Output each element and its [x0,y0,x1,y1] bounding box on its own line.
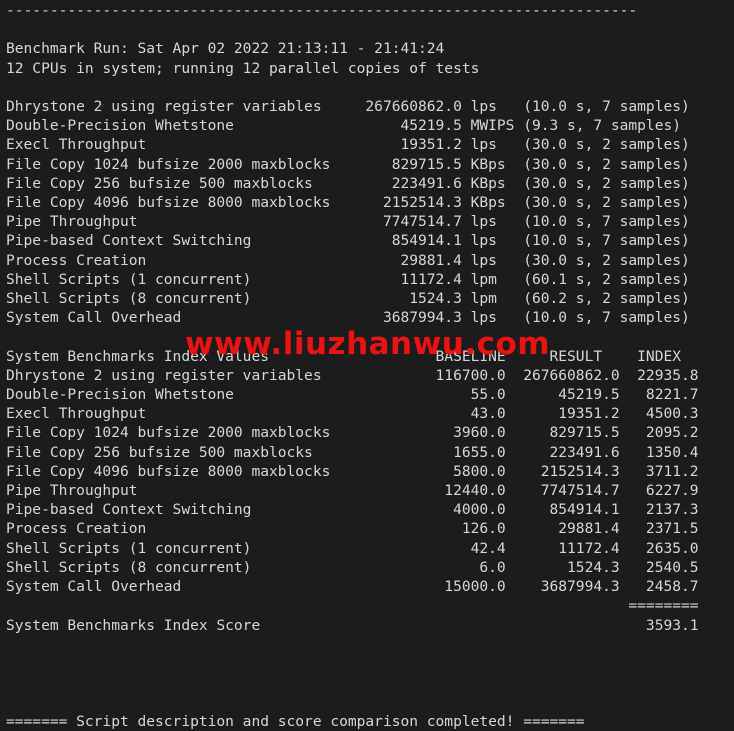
index-table-row: Process Creation 126.0 29881.4 2371.5 [6,520,699,538]
result-row: Double-Precision Whetstone 45219.5 MWIPS… [6,117,681,135]
index-table-row: Dhrystone 2 using register variables 116… [6,366,699,384]
index-score-row: System Benchmarks Index Score 3593.1 [6,616,699,634]
result-row: System Call Overhead 3687994.3 lps (10.0… [6,309,690,327]
result-row: File Copy 1024 bufsize 2000 maxblocks 82… [6,155,690,173]
result-row: Pipe Throughput 7747514.7 lps (10.0 s, 7… [6,213,690,231]
index-table-row: Shell Scripts (1 concurrent) 42.4 11172.… [6,539,699,557]
result-row: Pipe-based Context Switching 854914.1 lp… [6,232,690,250]
index-table-row: Double-Precision Whetstone 55.0 45219.5 … [6,386,699,404]
blank-line [6,78,734,97]
result-row: Process Creation 29881.4 lps (30.0 s, 2 … [6,251,690,269]
blank-line [6,327,734,346]
benchmark-run-line: Benchmark Run: Sat Apr 02 2022 21:13:11 … [6,40,445,58]
result-row: File Copy 256 bufsize 500 maxblocks 2234… [6,174,690,192]
index-values-block: System Benchmarks Index Values BASELINE … [6,347,734,635]
index-separator: ======== [6,597,699,615]
blank-line [6,635,734,654]
cpu-count-line: 12 CPUs in system; running 12 parallel c… [6,59,480,77]
top-rule: ----------------------------------------… [6,2,638,19]
blank-line [6,692,734,711]
index-table-row: System Call Overhead 15000.0 3687994.3 2… [6,578,699,596]
index-table-row: Execl Throughput 43.0 19351.2 4500.3 [6,405,699,423]
index-table-row: File Copy 256 bufsize 500 maxblocks 1655… [6,443,699,461]
index-table-row: Pipe-based Context Switching 4000.0 8549… [6,501,699,519]
blank-line [6,654,734,673]
index-table-row: Pipe Throughput 12440.0 7747514.7 6227.9 [6,482,699,500]
result-row: Shell Scripts (1 concurrent) 11172.4 lpm… [6,270,690,288]
benchmark-results-block: Dhrystone 2 using register variables 267… [6,97,734,327]
result-row: File Copy 4096 bufsize 8000 maxblocks 21… [6,194,690,212]
result-row: Execl Throughput 19351.2 lps (30.0 s, 2 … [6,136,690,154]
index-table-row: File Copy 4096 bufsize 8000 maxblocks 58… [6,462,699,480]
result-row: Shell Scripts (8 concurrent) 1524.3 lpm … [6,290,690,308]
index-table-row: Shell Scripts (8 concurrent) 6.0 1524.3 … [6,558,699,576]
result-row: Dhrystone 2 using register variables 267… [6,98,690,116]
index-table-row: File Copy 1024 bufsize 2000 maxblocks 39… [6,424,699,442]
blank-line [6,20,734,39]
terminal-window[interactable]: ----------------------------------------… [0,0,734,730]
blank-line [6,673,734,692]
index-table-header: System Benchmarks Index Values BASELINE … [6,347,681,365]
footer-line: ======= Script description and score com… [6,712,585,730]
